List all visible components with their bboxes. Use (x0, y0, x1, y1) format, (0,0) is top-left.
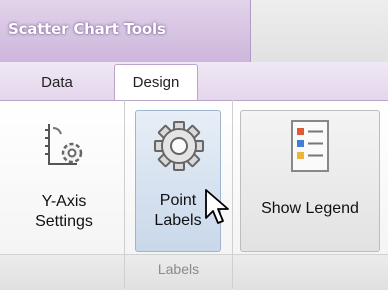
legend-icon (291, 120, 329, 172)
context-tab-group-header: Scatter Chart Tools (0, 0, 251, 62)
point-labels-button[interactable]: Point Labels (135, 110, 221, 252)
y-axis-settings-button[interactable]: Y-Axis Settings (12, 112, 116, 252)
group-footer-legend (233, 254, 388, 290)
group-label-labels: Labels (157, 261, 200, 277)
context-tab-group-title: Scatter Chart Tools (8, 20, 166, 38)
tab-data[interactable]: Data (22, 66, 92, 100)
title-bar-area (251, 0, 388, 62)
y-axis-settings-icon (45, 124, 83, 165)
show-legend-label: Show Legend (261, 200, 359, 217)
tab-design[interactable]: Design (114, 64, 198, 103)
show-legend-button[interactable]: Show Legend (240, 110, 380, 252)
group-footer-axis (0, 254, 124, 290)
y-axis-settings-label: Y-Axis Settings (35, 193, 93, 230)
mouse-cursor-icon (205, 189, 229, 224)
gear-icon (154, 121, 204, 171)
